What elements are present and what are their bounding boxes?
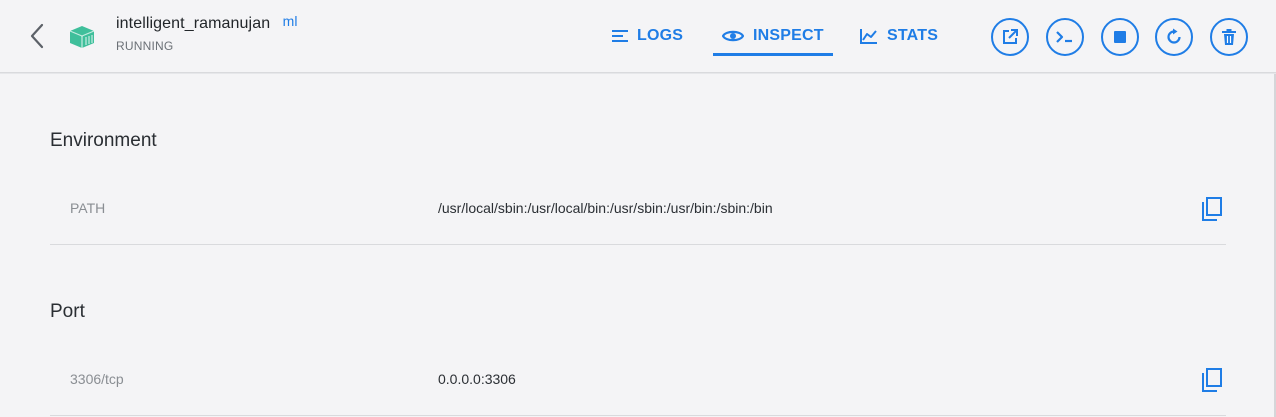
tab-inspect[interactable]: INSPECT — [713, 16, 833, 56]
stop-button[interactable] — [1101, 18, 1139, 56]
cli-button[interactable] — [1046, 18, 1084, 56]
eye-icon — [722, 29, 744, 43]
tab-stats-label: STATS — [887, 27, 939, 44]
port-key: 3306/tcp — [70, 371, 124, 387]
terminal-icon — [1056, 31, 1072, 43]
copy-env-button[interactable] — [1200, 196, 1224, 222]
trash-icon — [1222, 29, 1236, 45]
container-icon — [68, 24, 96, 50]
tab-logs-label: LOGS — [637, 27, 684, 44]
tab-logs[interactable]: LOGS — [612, 16, 683, 56]
env-row: PATH /usr/local/sbin:/usr/local/bin:/usr… — [50, 171, 1226, 245]
open-external-icon — [1003, 29, 1018, 44]
port-section-title: Port — [50, 301, 85, 322]
image-tag-link[interactable]: ml — [283, 13, 298, 29]
chart-line-icon — [860, 28, 878, 44]
restart-button[interactable] — [1155, 18, 1193, 56]
delete-button[interactable] — [1210, 18, 1248, 56]
copy-icon — [1202, 368, 1222, 392]
copy-icon — [1202, 197, 1222, 221]
status-label: RUNNING — [116, 39, 174, 53]
container-name: intelligent_ramanujan — [116, 15, 271, 32]
back-button[interactable] — [26, 22, 50, 50]
restart-icon — [1167, 28, 1181, 44]
top-bar: intelligent_ramanujan ml RUNNING LOGS IN… — [0, 0, 1276, 73]
logs-icon — [612, 29, 628, 43]
container-title: intelligent_ramanujan ml RUNNING — [116, 13, 298, 53]
stop-icon — [1114, 31, 1126, 43]
tab-stats[interactable]: STATS — [860, 16, 938, 56]
port-value: 0.0.0.0:3306 — [438, 371, 516, 387]
port-row: 3306/tcp 0.0.0.0:3306 — [50, 342, 1226, 416]
env-key: PATH — [70, 200, 106, 216]
copy-port-button[interactable] — [1200, 367, 1224, 393]
environment-section-title: Environment — [50, 130, 157, 151]
env-value: /usr/local/sbin:/usr/local/bin:/usr/sbin… — [438, 200, 773, 216]
chevron-left-icon — [30, 23, 44, 49]
open-in-browser-button[interactable] — [991, 18, 1029, 56]
tab-inspect-label: INSPECT — [753, 27, 824, 44]
